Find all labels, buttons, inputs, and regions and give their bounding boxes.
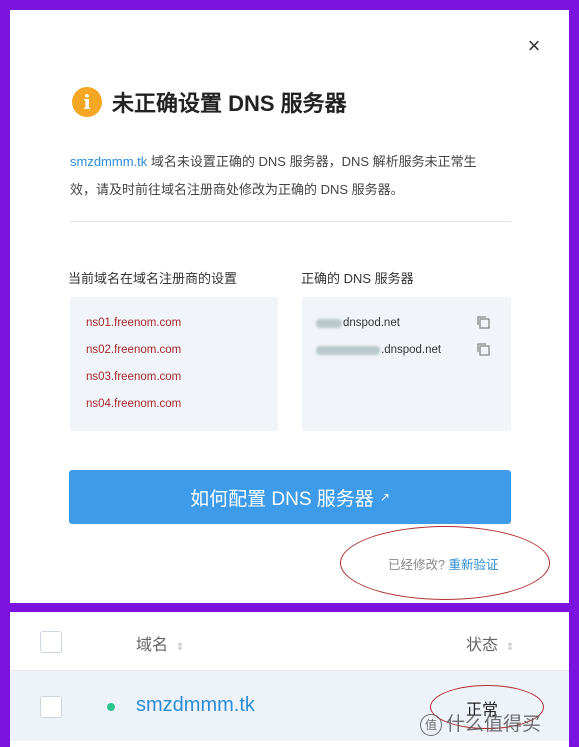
- current-settings-label: 当前域名在域名注册商的设置: [68, 271, 238, 286]
- row-checkbox[interactable]: [40, 696, 62, 718]
- watermark-logo-icon: 值: [420, 713, 442, 736]
- column-header-domain[interactable]: 域名 ⇕: [136, 631, 184, 655]
- correct-dns-label: 正确的 DNS 服务器: [301, 271, 414, 286]
- modified-question: 已经修改?: [388, 558, 449, 572]
- how-to-configure-dns-button[interactable]: 如何配置 DNS 服务器 ↗: [69, 470, 511, 524]
- column-header-status[interactable]: 状态 ⇕: [466, 631, 514, 655]
- current-ns-item: ns04.freenom.com: [86, 398, 182, 410]
- sort-icon[interactable]: ⇕: [506, 642, 514, 653]
- column-header-status-label: 状态: [466, 637, 499, 654]
- correct-ns-box: dnspod.net .dnspod.net: [302, 297, 511, 431]
- description-line-1: smzdmmm.tk 域名未设置正确的 DNS 服务器，DNS 解析服务未正常生: [70, 148, 514, 176]
- close-icon[interactable]: ×: [522, 34, 546, 58]
- dialog-title: 未正确设置 DNS 服务器: [112, 91, 347, 116]
- copy-icon[interactable]: [476, 315, 490, 329]
- description-line-2: 效，请及时前往域名注册商处修改为正确的 DNS 服务器。: [70, 182, 404, 197]
- current-ns-box: ns01.freenom.com ns02.freenom.com ns03.f…: [70, 297, 278, 431]
- copy-icon[interactable]: [476, 342, 490, 356]
- table-header: 域名 ⇕ 状态 ⇕: [10, 612, 569, 671]
- domain-name-link[interactable]: smzdmmm.tk: [136, 694, 255, 717]
- redacted-text: [316, 318, 342, 328]
- external-link-icon: ↗: [379, 490, 390, 504]
- status-dot-icon: [107, 703, 115, 711]
- sort-icon[interactable]: ⇕: [176, 642, 184, 653]
- redacted-text: [316, 345, 380, 355]
- dialog-header: i 未正确设置 DNS 服务器: [72, 86, 347, 118]
- correct-ns-item: .dnspod.net: [316, 344, 441, 356]
- correct-ns-text: dnspod.net: [343, 317, 400, 329]
- column-header-domain-label: 域名: [136, 637, 169, 654]
- reverify-row: 已经修改? 重新验证: [388, 554, 498, 573]
- info-icon: i: [72, 87, 102, 117]
- dns-warning-dialog: × i 未正确设置 DNS 服务器 smzdmmm.tk 域名未设置正确的 DN…: [10, 10, 569, 603]
- current-ns-item: ns03.freenom.com: [86, 371, 182, 383]
- watermark: 值什么值得买: [420, 709, 541, 736]
- description-line-1-text: 域名未设置正确的 DNS 服务器，DNS 解析服务未正常生: [147, 154, 477, 169]
- current-ns-item: ns02.freenom.com: [86, 344, 182, 356]
- description-domain-link[interactable]: smzdmmm.tk: [70, 154, 147, 169]
- reverify-link[interactable]: 重新验证: [448, 558, 498, 572]
- current-ns-item: ns01.freenom.com: [86, 317, 182, 329]
- select-all-checkbox[interactable]: [40, 631, 62, 653]
- button-label: 如何配置 DNS 服务器: [190, 488, 374, 510]
- correct-ns-item: dnspod.net: [316, 317, 400, 329]
- correct-ns-text: .dnspod.net: [381, 344, 442, 356]
- dialog-description: smzdmmm.tk 域名未设置正确的 DNS 服务器，DNS 解析服务未正常生…: [70, 148, 514, 204]
- watermark-text: 什么值得买: [446, 714, 542, 735]
- divider: [70, 221, 511, 222]
